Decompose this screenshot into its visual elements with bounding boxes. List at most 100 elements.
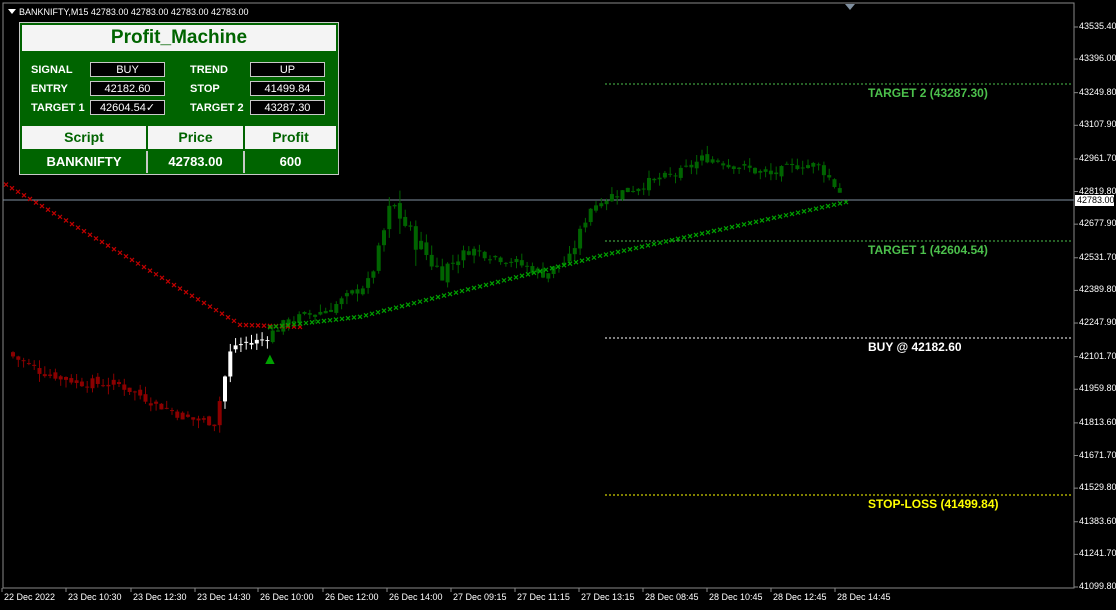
candle-body [111,379,116,385]
candle-body [185,414,190,417]
profit-machine-panel: Profit_Machine SIGNAL BUY TREND UP ENTRY… [19,22,339,175]
price-axis-label: 42247.90 [1079,317,1116,328]
sar-marker [813,206,819,212]
price-axis-label: 43535.40 [1079,21,1116,31]
sar-marker [99,239,105,245]
sar-marker [705,229,711,235]
sar-marker [717,227,723,233]
sar-marker [177,286,183,292]
sar-marker [351,315,357,320]
sar-marker [681,235,687,240]
candle-body [594,205,598,211]
candle-body [233,345,238,350]
candle-body [615,196,620,198]
sar-marker [111,246,117,252]
price-axis-label: 41241.70 [1079,548,1116,559]
candle-body [413,226,418,250]
candle-body [382,230,386,246]
sar-marker [219,311,225,317]
sar-marker [375,309,381,315]
dropdown-triangle-icon[interactable] [8,9,16,14]
sar-marker [795,210,801,216]
candle-body [472,248,477,256]
target1-label: TARGET 1 [31,102,85,114]
candle-body [360,288,365,295]
candle-body [175,411,180,418]
candle-body [11,352,15,357]
candle-body [323,310,328,314]
candle-body [684,165,689,167]
candle-body [366,278,371,288]
candle-body [138,389,143,396]
candle-body [578,228,583,249]
table-header-price: Price [148,126,243,149]
symbol-info: BANKNIFTY,M15 42783.00 42783.00 42783.00… [19,7,249,17]
target1-level-label: TARGET 1 (42604.54) [868,243,988,258]
sar-marker [675,236,681,242]
candle-body [747,165,752,168]
candle-body [276,330,280,332]
sar-marker [627,246,633,252]
sar-marker [765,216,771,222]
chart-window[interactable]: BANKNIFTY,M15 42783.00 42783.00 42783.00… [0,0,1116,610]
candle-body [572,248,577,255]
candle-body [779,166,784,177]
sar-marker [69,221,75,227]
sar-marker [429,296,435,302]
sar-marker [21,192,27,198]
candle-body [53,372,58,379]
sar-marker [651,241,657,247]
candle-body [180,412,185,420]
sar-marker [711,228,717,234]
table-header-profit: Profit [245,126,336,149]
candle-body [837,188,842,193]
sar-marker [51,210,57,216]
sar-marker [309,319,315,325]
candle-body [715,160,720,162]
candle-body [58,376,63,380]
candle-body [583,222,588,228]
price-axis-label: 41529.80 [1079,482,1116,493]
candle-body [758,171,763,173]
candle-body [74,380,79,383]
stop-label: STOP [190,83,220,95]
candle-body [122,384,127,390]
candle-body [318,311,323,315]
price-axis-label: 42101.70 [1079,350,1116,361]
sar-marker [201,300,207,306]
sar-marker [723,225,729,231]
time-axis-label: 23 Dec 12:30 [133,592,187,602]
sar-marker [573,259,579,265]
candle-body [297,314,302,323]
shift-marker-icon[interactable] [845,4,855,10]
sar-marker [699,231,705,237]
sar-marker [57,214,63,220]
candle-body [392,205,397,207]
sar-marker [327,317,333,323]
candle-body [641,188,646,190]
sar-marker [135,261,141,266]
candle-body [631,190,636,192]
sar-marker [447,291,453,297]
sar-marker [609,250,615,256]
time-axis-label: 28 Dec 08:45 [645,592,699,602]
candle-body [519,260,524,266]
sar-marker [807,207,813,213]
sar-marker [453,290,459,295]
candle-body [42,374,47,377]
sar-marker [225,314,231,320]
candle-body [106,384,111,387]
sar-marker [15,189,21,195]
sar-marker [465,287,471,292]
price-axis-label: 41959.80 [1079,383,1116,394]
current-price-tag: 42783.00 [1075,195,1115,206]
candle-body [249,342,254,345]
sar-marker [123,253,129,259]
candle-body [774,172,779,175]
stoploss-level-label: STOP-LOSS (41499.84) [868,497,999,512]
sar-marker [363,312,369,318]
candle-body [806,165,810,168]
time-axis-label: 27 Dec 11:15 [517,592,570,602]
price-axis-label: 43107.90 [1079,119,1116,130]
candle-body [101,385,106,387]
